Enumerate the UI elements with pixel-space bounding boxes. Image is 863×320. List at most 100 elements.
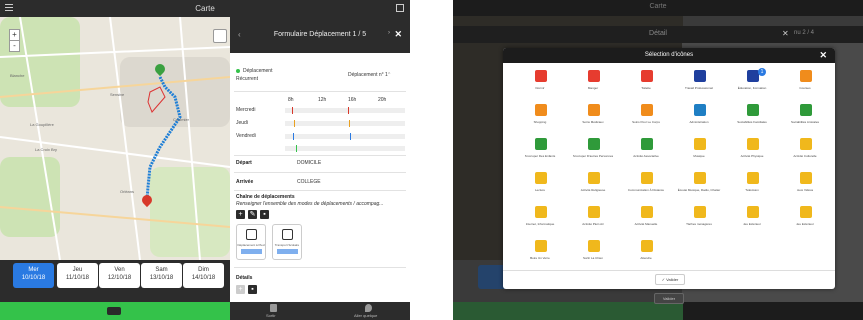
delete-button[interactable]: ▪	[260, 210, 269, 219]
timeline-mark	[292, 107, 293, 114]
day-name: Mer	[28, 267, 39, 273]
activity-icon	[694, 104, 706, 116]
icon-label: Administration	[689, 120, 709, 124]
icon-tile[interactable]: Toilette	[621, 66, 671, 104]
activity-icon	[588, 104, 600, 116]
detail-page: nu 2 / 4	[794, 30, 815, 36]
icon-tile[interactable]: S'occuper Des Enfants	[515, 134, 565, 172]
zoom-in-button[interactable]: +	[10, 30, 19, 40]
icon-tile[interactable]: Dormir	[515, 66, 565, 104]
walk-mode-card[interactable]: Déplacement à Pied	[236, 224, 266, 260]
icon-tile[interactable]: Jeu Extérieur	[727, 202, 777, 240]
icon-tile[interactable]: Soins Médicaux	[568, 100, 618, 138]
icon-tile[interactable]: Activité Religieuse	[568, 168, 618, 206]
day-button[interactable]: Jeu 11/10/18	[57, 263, 98, 288]
timeline-mark	[349, 120, 350, 127]
icon-tile[interactable]: Sociabilités Familiales	[727, 100, 777, 138]
activity-icon	[800, 138, 812, 150]
people-icon	[277, 249, 298, 254]
icon-label: Lecture	[534, 188, 545, 192]
add-button[interactable]: +	[236, 210, 245, 219]
location-icon[interactable]	[365, 304, 372, 312]
dimmed-top-bar: Carte	[453, 0, 863, 16]
validate-button[interactable]: ✓ Valider	[655, 274, 685, 285]
add-detail-button[interactable]: +	[236, 285, 245, 294]
icon-tile[interactable]: Administration	[674, 100, 724, 138]
map-label: Blanche	[10, 73, 25, 78]
delete-detail-button[interactable]: ▪	[248, 285, 257, 294]
modal-header: Sélection d'icônes ✕	[503, 48, 835, 63]
depart-label: Départ	[236, 160, 252, 166]
icon-tile[interactable]: Travail Professionnel	[674, 66, 724, 104]
icon-label: Activité Associative	[633, 154, 659, 158]
depart-value[interactable]: DOMICILE	[297, 160, 321, 166]
icon-label: Toilette	[641, 86, 651, 90]
activity-icon	[641, 206, 653, 218]
icon-tile[interactable]: Lecture	[515, 168, 565, 206]
chevron-up-icon[interactable]: ^	[388, 72, 390, 78]
icon-label: Communication À Distance	[627, 188, 665, 192]
activity-icon	[747, 172, 759, 184]
icon-tile[interactable]: Tâches ménagères	[674, 202, 724, 240]
map-view[interactable]: + - La Goupillère Blanche La Croix Bry S…	[0, 17, 230, 260]
timeline-row	[285, 121, 405, 126]
icon-tile[interactable]: Activité Plein Air	[568, 202, 618, 240]
layers-icon[interactable]	[213, 29, 227, 43]
edit-button[interactable]: ✎	[248, 210, 257, 219]
hour-label: 8h	[288, 97, 294, 103]
icon-label: Jeu Extérieur	[743, 222, 761, 226]
activity-icon	[535, 138, 547, 150]
icon-tile[interactable]: Communication À Distance	[621, 168, 671, 206]
close-icon[interactable]: ✕	[394, 29, 402, 40]
icon-tile[interactable]: Manger	[568, 66, 618, 104]
icon-tile[interactable]: Courses	[780, 66, 830, 104]
close-icon[interactable]: ✕	[782, 29, 789, 38]
day-date: 10/10/18	[21, 275, 46, 281]
exit-icon[interactable]	[270, 304, 277, 312]
icon-tile[interactable]: Sociabilités Amicales	[780, 100, 830, 138]
edit-icon[interactable]	[396, 4, 404, 12]
icon-tile[interactable]: Soins Pour Le Corps	[621, 100, 671, 138]
map-label: La Croix Bry	[35, 147, 58, 152]
icon-tile[interactable]: Écouté Musique, Radio, Chatter	[674, 168, 724, 206]
icon-tile[interactable]: Boire Un Verre	[515, 236, 565, 274]
activity-icon	[588, 240, 600, 252]
day-button[interactable]: Ven 12/10/18	[99, 263, 140, 288]
day-date: 11/10/18	[66, 275, 89, 281]
day-button[interactable]: Dim 14/10/18	[183, 263, 224, 288]
weekday-label: Mercredi	[236, 107, 256, 113]
icon-tile[interactable]: Shopping	[515, 100, 565, 138]
icon-tile[interactable]: Télévision	[727, 168, 777, 206]
day-button[interactable]: Mer 10/10/18	[13, 263, 54, 288]
graduation-bar[interactable]	[0, 302, 230, 320]
hour-label: 12h	[318, 97, 327, 103]
move-number[interactable]: Déplacement n° 1	[348, 72, 388, 78]
map-label: Orléans	[120, 189, 135, 194]
icon-tile[interactable]: Sortir La Chien	[568, 236, 618, 274]
day-button[interactable]: Sam 13/10/18	[141, 263, 182, 288]
screen-trip-form: Carte + - La Goupillère Blanche La Croix…	[0, 0, 410, 320]
icon-tile[interactable]: Activité Physique	[727, 134, 777, 172]
recurrent-label: Récurrent	[236, 76, 258, 82]
icon-tile[interactable]: Activité Culturelle	[780, 134, 830, 172]
icon-tile[interactable]: Attendre	[621, 236, 671, 274]
timeline-mark	[350, 133, 351, 140]
icon-selection-modal: Sélection d'icônes ✕ Dormir Manger Toilett…	[503, 48, 835, 289]
card-caption: Transport Scolaire	[274, 243, 300, 247]
icon-tile[interactable]: Jeux Vidéos	[780, 168, 830, 206]
activity-icon	[800, 70, 812, 82]
icon-tile[interactable]: 1 Éducation, Formation	[727, 66, 777, 104]
zoom-out-button[interactable]: -	[10, 40, 19, 51]
icon-tile[interactable]: Internet, Informatique	[515, 202, 565, 240]
icon-tile[interactable]: Activité Manuelle	[621, 202, 671, 240]
icon-label: Internet, Informatique	[525, 222, 555, 226]
icon-tile[interactable]: S'occuper D'autres Personnes	[568, 134, 618, 172]
arrivee-value[interactable]: COLLEGE	[297, 179, 321, 185]
icon-tile[interactable]: Activité Associative	[621, 134, 671, 172]
icon-tile[interactable]: Musique	[674, 134, 724, 172]
app-title: Carte	[649, 3, 667, 10]
bus-mode-card[interactable]: Transport Scolaire	[272, 224, 302, 260]
icon-tile[interactable]: Jeu Extérieur	[780, 202, 830, 240]
next-icon[interactable]: ›	[388, 30, 390, 36]
close-icon[interactable]: ✕	[819, 50, 827, 61]
